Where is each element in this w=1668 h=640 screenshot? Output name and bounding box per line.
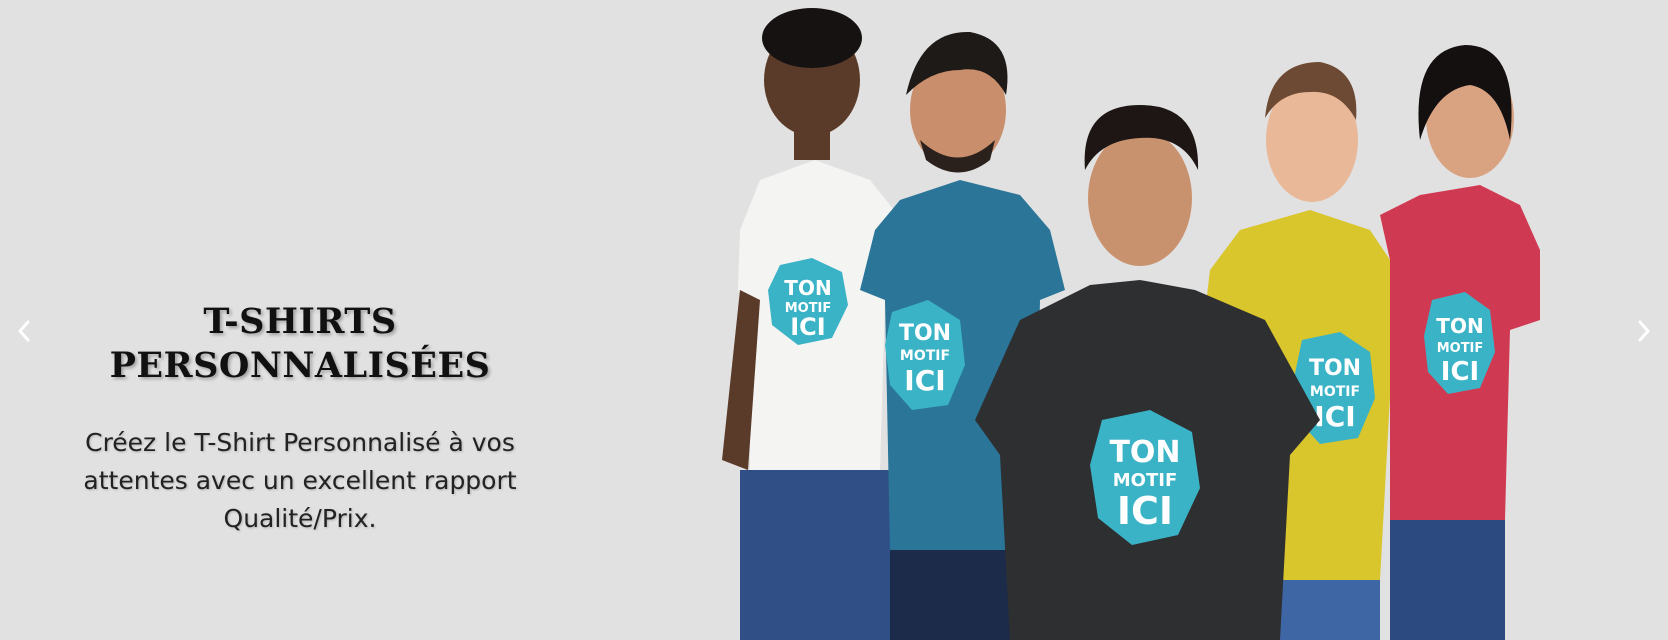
slider-next-button[interactable]: [1632, 316, 1656, 346]
print-text-line: TON: [899, 321, 951, 346]
model-white-tshirt: TON MOTIF ICI: [722, 8, 910, 640]
slider-prev-button[interactable]: [12, 316, 36, 346]
slide-subtitle-line: Créez le T-Shirt Personnalisé à vos: [85, 428, 515, 457]
slide-subtitle-line: attentes avec un excellent rapport: [83, 466, 517, 495]
print-text-line: TON: [1309, 356, 1361, 381]
print-text-line: TON: [1436, 314, 1483, 338]
slide-subtitle: Créez le T-Shirt Personnalisé à vos atte…: [40, 424, 560, 538]
models-photo: TON MOTIF ICI TON MOTIF ICI TON MOTIF IC…: [722, 8, 1540, 640]
print-text-line: ICI: [1314, 400, 1355, 433]
slide-subtitle-line: Qualité/Prix.: [223, 504, 377, 533]
slide-title-line: T-SHIRTS: [203, 301, 397, 342]
print-text-line: MOTIF: [1310, 384, 1360, 400]
print-text-line: ICI: [1441, 357, 1479, 387]
chevron-left-icon: [18, 320, 30, 342]
print-text-line: ICI: [1117, 489, 1173, 533]
model-red-tshirt: TON MOTIF ICI: [1380, 45, 1540, 640]
print-text-line: MOTIF: [1437, 341, 1484, 356]
hero-slider: T-SHIRTS PERSONNALISÉES Créez le T-Shirt…: [0, 0, 1668, 640]
slide-title-line: PERSONNALISÉES: [109, 345, 491, 386]
print-text-line: MOTIF: [1113, 470, 1178, 491]
print-text-line: ICI: [904, 364, 945, 397]
print-text-line: TON: [1109, 435, 1180, 470]
slide-title: T-SHIRTS PERSONNALISÉES: [40, 300, 560, 388]
model-black-tshirt: TON MOTIF ICI: [975, 105, 1320, 640]
print-text-line: MOTIF: [900, 348, 950, 364]
slide-caption: T-SHIRTS PERSONNALISÉES Créez le T-Shirt…: [40, 300, 560, 538]
chevron-right-icon: [1638, 320, 1650, 342]
print-text-line: ICI: [790, 313, 825, 341]
print-text-line: TON: [784, 276, 831, 300]
